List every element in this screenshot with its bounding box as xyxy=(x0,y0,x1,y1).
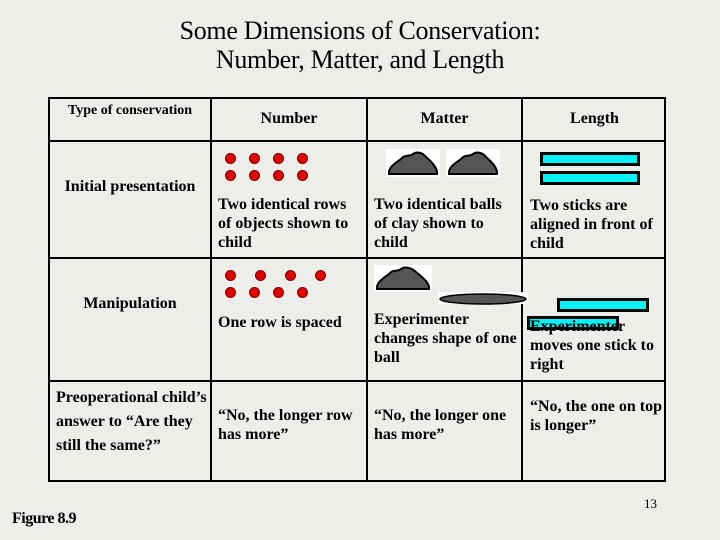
slide-title: Some Dimensions of Conservation: Number,… xyxy=(0,16,720,74)
red-dot-icon xyxy=(225,287,236,298)
column-divider xyxy=(521,99,523,480)
red-dot-icon xyxy=(273,153,284,164)
cell-length-answer: “No, the one on top is longer” xyxy=(530,398,663,434)
title-line-1: Some Dimensions of Conservation: xyxy=(179,16,541,45)
flattened-clay-icon xyxy=(438,292,528,305)
clay-ball-icon xyxy=(446,149,500,177)
header-length: Length xyxy=(570,110,619,127)
cell-number-answer: “No, the longer row has more” xyxy=(218,407,353,443)
header-number: Number xyxy=(260,110,318,127)
figure-label: Figure 8.9 xyxy=(12,510,77,527)
cell-matter-manipulation: Experimenter changes shape of one ball xyxy=(374,311,517,366)
cell-number-manipulation: One row is spaced xyxy=(218,314,342,331)
cell-length-manipulation: Experimenter moves one stick to right xyxy=(530,318,654,373)
cell-matter-initial: Two identical balls of clay shown to chi… xyxy=(374,196,502,251)
clay-ball-icon xyxy=(374,265,432,292)
red-dot-icon xyxy=(273,287,284,298)
red-dot-icon xyxy=(285,270,296,281)
page-number: 13 xyxy=(644,496,657,511)
row-divider xyxy=(50,380,664,382)
red-dot-icon xyxy=(255,270,266,281)
row-divider xyxy=(50,257,664,259)
cell-matter-answer: “No, the longer one has more” xyxy=(374,407,507,443)
stick-icon xyxy=(540,152,640,166)
red-dot-icon xyxy=(225,170,236,181)
red-dot-icon xyxy=(315,270,326,281)
row-divider xyxy=(50,140,664,142)
stick-icon xyxy=(540,171,640,185)
cell-length-initial: Two sticks are aligned in front of child xyxy=(530,197,653,252)
red-dot-icon xyxy=(249,170,260,181)
row-label-answer: Preoperational child’s answer to “Are th… xyxy=(56,389,207,454)
header-type: Type of conservation xyxy=(67,103,193,118)
row-label-initial: Initial presentation xyxy=(64,178,196,195)
cell-number-initial: Two identical rows of objects shown to c… xyxy=(218,196,349,251)
red-dot-icon xyxy=(249,153,260,164)
red-dot-icon xyxy=(297,153,308,164)
conservation-table: Type of conservation Number Matter Lengt… xyxy=(48,97,666,482)
red-dot-icon xyxy=(297,170,308,181)
red-dot-icon xyxy=(225,153,236,164)
red-dot-icon xyxy=(297,287,308,298)
column-divider xyxy=(366,99,368,480)
row-label-manipulation: Manipulation xyxy=(83,295,177,312)
red-dot-icon xyxy=(249,287,260,298)
column-divider xyxy=(210,99,212,480)
red-dot-icon xyxy=(273,170,284,181)
stick-icon xyxy=(557,298,649,312)
red-dot-icon xyxy=(225,270,236,281)
clay-ball-icon xyxy=(386,149,440,177)
header-matter: Matter xyxy=(420,110,469,127)
title-line-2: Number, Matter, and Length xyxy=(215,45,505,74)
